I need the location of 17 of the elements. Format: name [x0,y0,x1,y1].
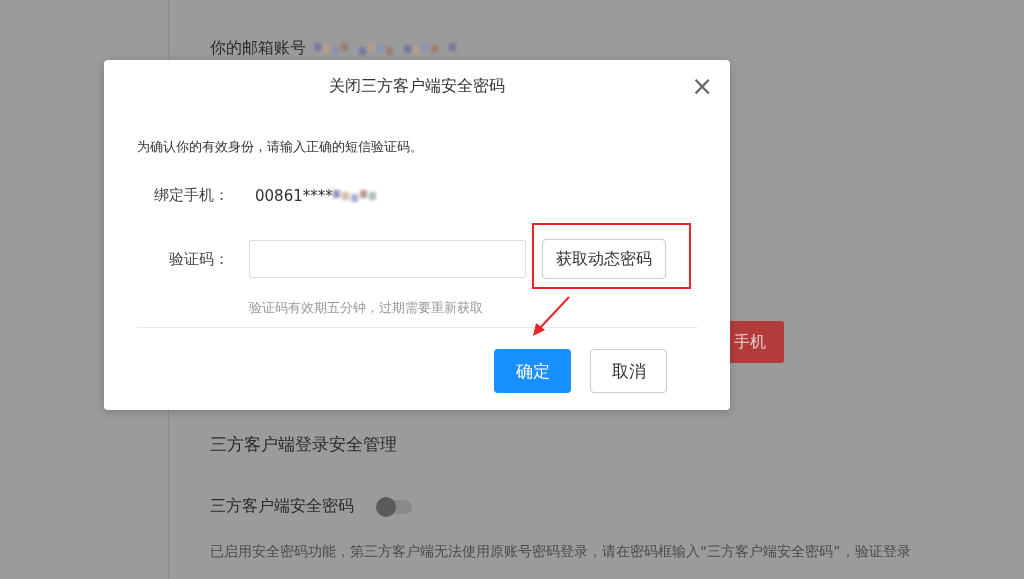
phone-label: 绑定手机： [153,186,229,205]
cancel-button[interactable]: 取消 [590,349,667,393]
toggle-switch[interactable] [378,499,412,514]
instruction-text: 为确认你的有效身份，请输入正确的短信验证码。 [137,138,424,156]
email-label: 你的邮箱账号 [210,38,306,59]
annotation-arrow [530,294,572,338]
dialog-title: 关闭三方客户端安全密码 [329,75,505,97]
get-code-button[interactable]: 获取动态密码 [542,239,666,279]
toggle-label: 三方客户端安全密码 [210,496,354,517]
close-button[interactable]: × [687,74,717,98]
hint-text: 验证码有效期五分钟，过期需要重新获取 [249,299,484,317]
code-input[interactable] [249,240,526,278]
redacted-phone-drawing [332,187,378,204]
phone-value: 00861**** [255,186,333,205]
code-label: 验证码： [168,249,229,269]
section-title: 三方客户端登录安全管理 [210,433,398,456]
description-text: 已启用安全密码功能，第三方客户端无法使用原账号密码登录，请在密码框输入“三方客户端安全密码”，验证登录 [210,543,912,561]
